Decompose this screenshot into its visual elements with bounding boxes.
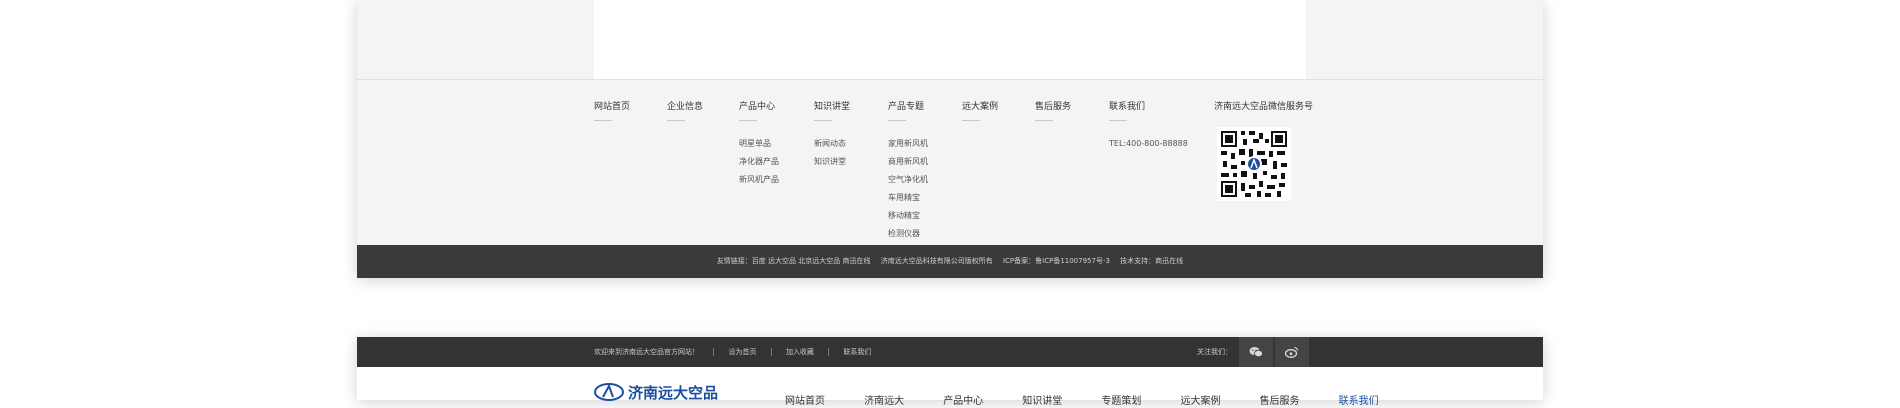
- footer-column-topics: 产品专题 家用新风机 商用新风机 空气净化机 车用精宝 移动精宝 检测仪器: [888, 100, 1008, 243]
- qr-code-icon: [1217, 127, 1291, 201]
- footer-link[interactable]: 新风机产品: [739, 171, 859, 189]
- title-underline: [594, 120, 612, 121]
- footer-link[interactable]: 车用精宝: [888, 189, 1008, 207]
- weibo-icon: [1285, 346, 1299, 358]
- title-underline: [1109, 120, 1127, 121]
- weibo-button[interactable]: [1275, 337, 1309, 367]
- footer-link[interactable]: 检测仪器: [888, 225, 1008, 243]
- wechat-button[interactable]: [1239, 337, 1273, 367]
- wechat-icon: [1249, 347, 1263, 358]
- footer-column-title[interactable]: 联系我们: [1109, 100, 1229, 114]
- separator: [770, 348, 772, 356]
- title-underline: [667, 120, 685, 121]
- title-underline: [1035, 120, 1053, 121]
- title-underline: [814, 120, 832, 121]
- wechat-title: 济南远大空品微信服务号: [1214, 102, 1314, 112]
- footer-link[interactable]: 商用新风机: [888, 153, 1008, 171]
- main-nav: 网站首页 济南远大 产品中心 知识讲堂 专题策划 远大案例 售后服务 联系我们: [785, 389, 1413, 408]
- title-underline: [962, 120, 980, 121]
- copyright-bar: 友情链接：百度 远大空品 北京远大空品 商迅在线 济南远大空品科技有限公司版权所…: [357, 245, 1543, 278]
- icp-text[interactable]: ICP备案：鲁ICP备11007957号-3: [1003, 257, 1110, 265]
- bookmark-link[interactable]: 加入收藏: [786, 337, 814, 367]
- telephone-text: TEL:400-800-88888: [1109, 139, 1188, 148]
- footer-column-contact: 联系我们 TEL:400-800-88888: [1109, 100, 1229, 153]
- footer-link[interactable]: 空气净化机: [888, 171, 1008, 189]
- header-section: 欢迎来到济南远大空品官方网站！ 设为首页 加入收藏 联系我们 关注我们： 济南远…: [357, 337, 1543, 407]
- separator: [713, 348, 715, 356]
- follow-label: 关注我们：: [1197, 348, 1232, 356]
- footer-section: 网站首页 企业信息 产品中心 明星单品 净化器产品 新风机产品 知识讲堂 新闻动…: [357, 0, 1543, 278]
- separator: [828, 348, 830, 356]
- qr-code: [1217, 127, 1291, 201]
- logo-icon: [594, 383, 624, 401]
- friendly-links[interactable]: 友情链接：百度 远大空品 北京远大空品 商迅在线: [717, 257, 871, 265]
- top-bar: 欢迎来到济南远大空品官方网站！ 设为首页 加入收藏 联系我们 关注我们：: [357, 337, 1543, 367]
- title-underline: [739, 120, 757, 121]
- set-home-link[interactable]: 设为首页: [728, 337, 756, 367]
- title-underline: [888, 120, 906, 121]
- site-logo[interactable]: 济南远大空品: [594, 382, 718, 402]
- contact-link[interactable]: 联系我们: [843, 337, 871, 367]
- tech-support-text[interactable]: 技术支持：商迅在线: [1120, 257, 1183, 265]
- footer-link[interactable]: 家用新风机: [888, 135, 1008, 153]
- welcome-text: 欢迎来到济南远大空品官方网站！: [594, 348, 699, 356]
- copyright-text: 济南远大空品科技有限公司版权所有: [880, 257, 993, 265]
- logo-text: 济南远大空品: [628, 383, 719, 402]
- footer-divider: [357, 79, 1543, 80]
- footer-column-wechat: 济南远大空品微信服务号: [1214, 100, 1364, 114]
- footer-link[interactable]: 移动精宝: [888, 207, 1008, 225]
- content-panel: [594, 0, 1306, 79]
